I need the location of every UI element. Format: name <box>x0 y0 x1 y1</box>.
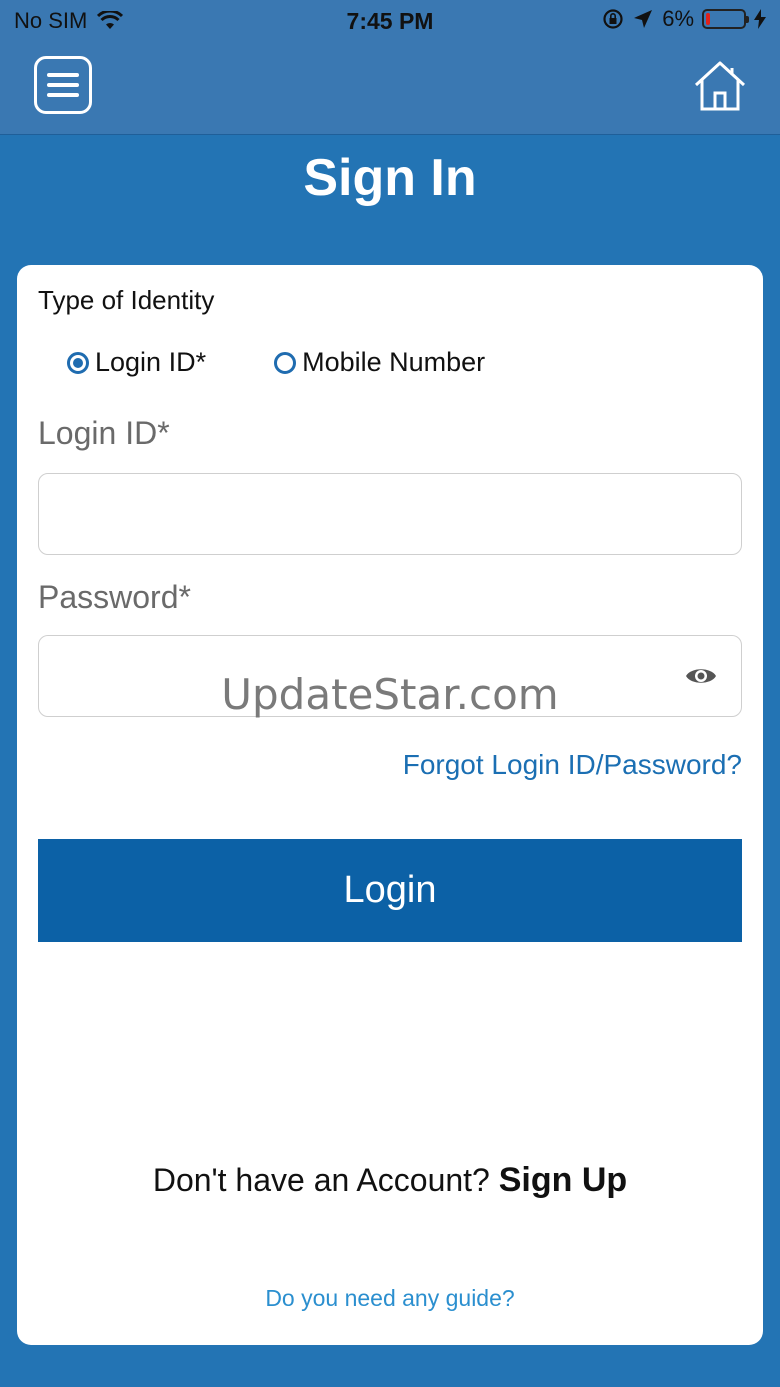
password-label: Password* <box>38 579 191 615</box>
login-button[interactable]: Login <box>38 839 742 942</box>
show-password-eye-icon[interactable] <box>685 660 717 692</box>
hamburger-menu-icon[interactable] <box>34 56 92 114</box>
forgot-credentials-link[interactable]: Forgot Login ID/Password? <box>403 749 742 781</box>
page-title: Sign In <box>303 149 477 207</box>
home-icon[interactable] <box>692 58 748 114</box>
rotation-lock-icon <box>603 9 623 29</box>
sign-in-card: Type of Identity Login ID* Mobile Number… <box>17 265 763 1345</box>
password-input[interactable] <box>38 635 742 717</box>
battery-icon <box>702 9 749 29</box>
signup-prompt: Don't have an Account? <box>152 1162 490 1198</box>
radio-mobile-number-label: Mobile Number <box>302 347 486 377</box>
signup-link[interactable]: Sign Up <box>499 1161 627 1199</box>
battery-percent: 6% <box>662 6 694 31</box>
radio-login-id-label: Login ID* <box>95 347 207 377</box>
radio-login-id[interactable]: Login ID* <box>67 347 206 378</box>
signup-row: Don't have an Account? Sign Up <box>17 1161 763 1200</box>
identity-type-radio-group: Login ID* Mobile Number <box>67 347 485 378</box>
login-id-label: Login ID* <box>38 415 170 451</box>
radio-selected-icon <box>67 351 89 374</box>
radio-unselected-icon <box>274 351 297 374</box>
location-arrow-icon <box>634 10 653 28</box>
navigation-bar <box>0 44 780 135</box>
login-id-input[interactable] <box>38 473 742 555</box>
status-right: 6% <box>602 6 766 32</box>
guide-link[interactable]: Do you need any guide? <box>17 1285 763 1312</box>
radio-mobile-number[interactable]: Mobile Number <box>274 347 485 378</box>
identity-type-label: Type of Identity <box>38 285 215 315</box>
charging-bolt-icon <box>754 9 766 29</box>
status-bar: No SIM 7:45 PM 6% <box>0 0 780 44</box>
